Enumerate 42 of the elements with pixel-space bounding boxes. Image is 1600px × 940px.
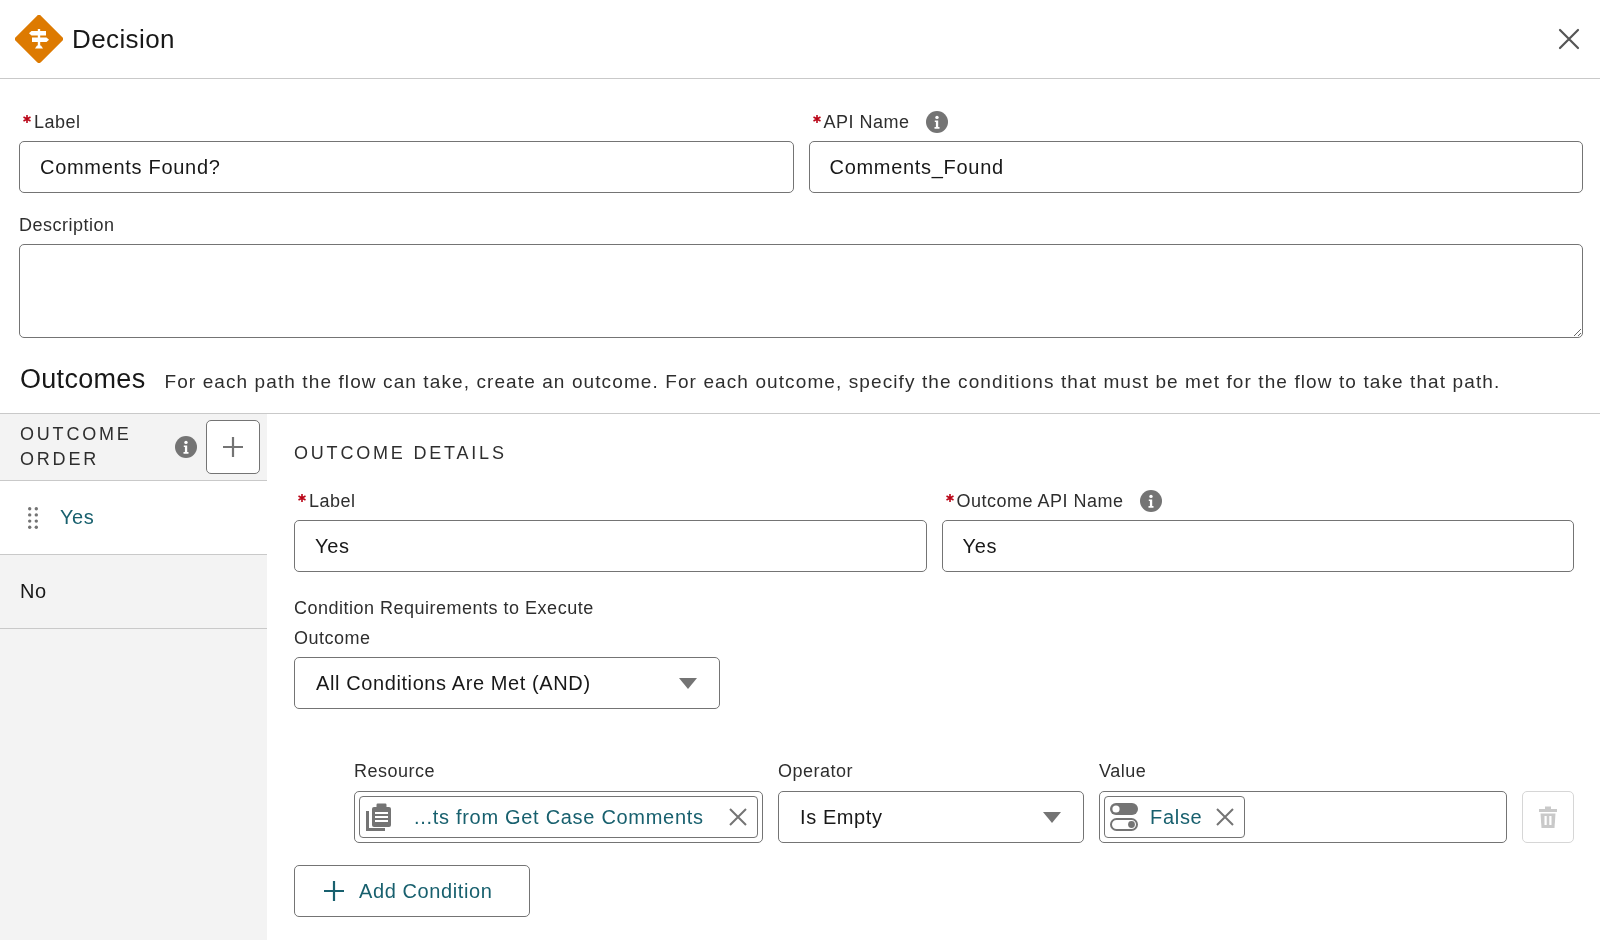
column-label: Value — [1099, 761, 1148, 783]
value-field[interactable]: False — [1099, 791, 1507, 843]
value-pill[interactable]: False — [1104, 796, 1246, 838]
field-label: API Name — [823, 111, 910, 133]
text-field[interactable]: Yes — [294, 520, 927, 572]
add-condition-button[interactable]: Add Condition — [294, 865, 530, 917]
panel-heading: OUTCOME ORDER — [20, 423, 133, 471]
column-label: Operator — [778, 761, 855, 783]
field-label: Condition Requirements to Execute Outcome — [294, 597, 595, 650]
caret-down-icon — [679, 677, 697, 689]
signpost-diamond-icon — [15, 15, 63, 63]
condition-logic-dropdown[interactable]: All Conditions Are Met (AND) — [294, 657, 720, 709]
field-label: Label — [34, 111, 81, 133]
field-label: Outcome API Name — [956, 490, 1124, 512]
panel-heading: OUTCOME DETAILS — [294, 442, 508, 464]
dialog-title: Decision — [72, 23, 175, 55]
description-field[interactable] — [19, 244, 1583, 338]
section-help-text: For each path the flow can take, create an outcome. For each outcome, specify the conditions that must be met for the flow to take that path. — [164, 371, 1501, 393]
text-field[interactable]: Comments_Found — [808, 141, 1583, 193]
clipboard-icon — [364, 802, 394, 832]
info-icon[interactable] — [1139, 490, 1162, 512]
text-field[interactable]: Yes — [941, 520, 1574, 572]
info-icon[interactable] — [925, 111, 948, 133]
field-label: Label — [309, 490, 356, 512]
section-heading: Outcomes — [20, 364, 146, 395]
toggle-icon — [1109, 802, 1139, 832]
info-icon[interactable] — [175, 436, 197, 458]
remove-icon[interactable] — [1216, 808, 1235, 826]
plus-icon — [222, 436, 244, 458]
close-icon[interactable] — [1558, 28, 1580, 50]
column-label: Resource — [354, 761, 437, 783]
field-label: Description — [19, 214, 115, 236]
caret-down-icon — [1043, 811, 1061, 823]
add-outcome-button[interactable] — [206, 420, 260, 474]
drag-handle-icon[interactable] — [28, 506, 38, 529]
text-field[interactable]: Comments Found? — [19, 141, 794, 193]
operator-dropdown[interactable]: Is Empty — [778, 791, 1084, 843]
outcome-list-item[interactable]: Yes — [0, 481, 267, 555]
outcome-list-item[interactable]: No — [0, 555, 267, 629]
plus-icon — [323, 880, 345, 902]
trash-icon — [1538, 806, 1558, 828]
remove-icon[interactable] — [729, 808, 747, 826]
